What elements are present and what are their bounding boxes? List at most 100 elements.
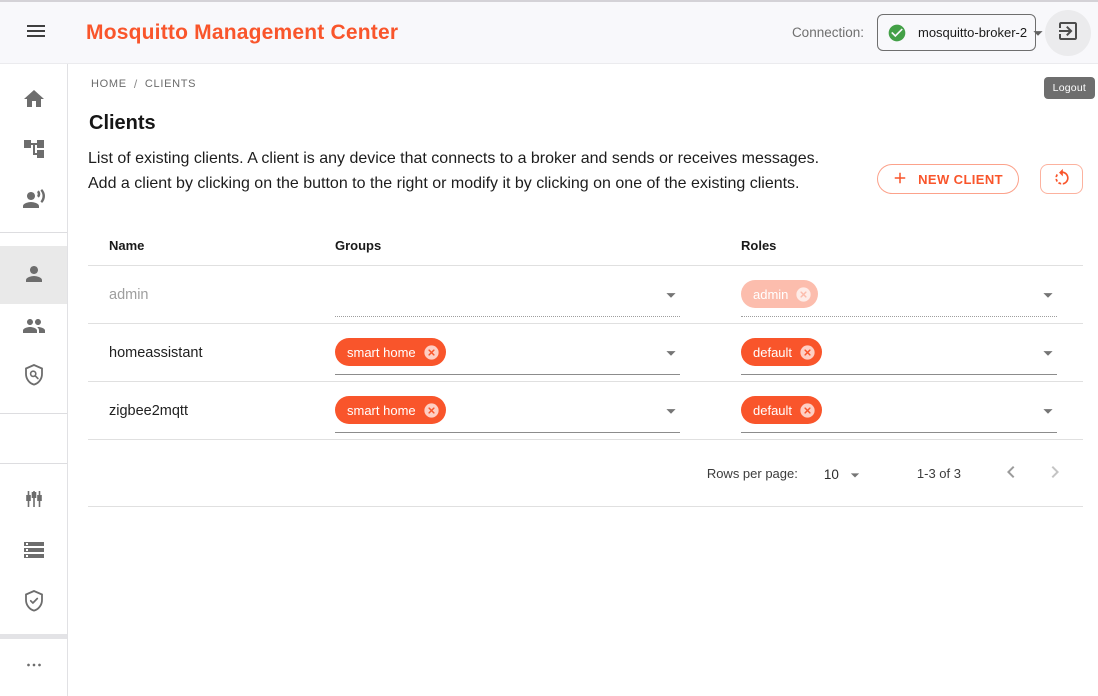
- sidebar-item-client-connections[interactable]: [0, 175, 67, 225]
- sidebar-item-more[interactable]: [0, 641, 67, 691]
- role-chip: default: [741, 396, 822, 424]
- role-chip-label: admin: [753, 287, 788, 302]
- sidebar-item-roles[interactable]: [0, 351, 67, 401]
- group-chip: smart home: [335, 338, 446, 366]
- sidebar-divider: [0, 413, 67, 414]
- people-icon: [22, 314, 46, 341]
- hamburger-menu-button[interactable]: [16, 13, 56, 53]
- table-row[interactable]: zigbee2mqtt smart home: [88, 382, 1083, 440]
- column-header-name: Name: [88, 238, 335, 253]
- column-header-roles: Roles: [741, 238, 1083, 253]
- sidebar: [0, 64, 68, 696]
- role-chip: admin: [741, 280, 818, 308]
- chevron-left-icon: [999, 460, 1023, 487]
- app-root: Mosquitto Management Center Connection: …: [0, 0, 1098, 696]
- chevron-down-icon[interactable]: [660, 400, 682, 422]
- chevron-down-icon[interactable]: [660, 342, 682, 364]
- body-row: HOME / CLIENTS Clients List of existing …: [0, 64, 1098, 696]
- check-circle-icon: [887, 23, 907, 43]
- breadcrumb-home[interactable]: HOME: [91, 78, 127, 90]
- clients-table: Name Groups Roles admin: [88, 225, 1083, 507]
- chip-delete-icon[interactable]: [422, 401, 441, 420]
- chip-delete-icon: [794, 285, 813, 304]
- chevron-down-icon: [1037, 284, 1059, 306]
- tune-sliders-icon: [22, 487, 46, 514]
- role-chip-label: default: [753, 345, 792, 360]
- table-row[interactable]: homeassistant smart home: [88, 324, 1083, 382]
- roles-select: admin: [741, 273, 1057, 317]
- chevron-down-icon[interactable]: [1037, 400, 1059, 422]
- breadcrumb-separator: /: [134, 77, 138, 91]
- connection-value: mosquitto-broker-2: [918, 25, 1027, 40]
- connection-label: Connection:: [792, 25, 864, 40]
- page-title: Clients: [88, 112, 1098, 135]
- sidebar-item-settings[interactable]: [0, 475, 67, 525]
- sidebar-divider: [0, 232, 67, 233]
- chip-delete-icon[interactable]: [798, 343, 817, 362]
- roles-select[interactable]: default: [741, 331, 1057, 375]
- breadcrumb: HOME / CLIENTS: [88, 77, 1098, 91]
- previous-page-button[interactable]: [997, 459, 1025, 487]
- table-pagination: Rows per page: 10 1-3 of 3: [88, 440, 1083, 507]
- table-row[interactable]: admin admin: [88, 266, 1083, 324]
- groups-select[interactable]: smart home: [335, 389, 680, 433]
- sidebar-divider: [0, 634, 67, 639]
- client-name: homeassistant: [88, 345, 335, 361]
- sidebar-item-security[interactable]: [0, 577, 67, 627]
- exit-to-app-icon: [1056, 19, 1080, 46]
- group-chip-label: smart home: [347, 403, 416, 418]
- chip-delete-icon[interactable]: [422, 343, 441, 362]
- groups-select[interactable]: smart home: [335, 331, 680, 375]
- chevron-down-icon: [845, 465, 865, 485]
- chevron-right-icon: [1043, 460, 1067, 487]
- groups-select: [335, 273, 680, 317]
- group-chip: smart home: [335, 396, 446, 424]
- more-horiz-icon: [23, 654, 45, 679]
- app-bar: Mosquitto Management Center Connection: …: [0, 0, 1098, 64]
- page-description: List of existing clients. A client is an…: [88, 146, 833, 196]
- logout-button[interactable]: [1045, 10, 1091, 56]
- sidebar-item-topic-tree[interactable]: [0, 125, 67, 175]
- chip-delete-icon[interactable]: [798, 401, 817, 420]
- logout-tooltip: Logout: [1044, 77, 1095, 99]
- pagination-range: 1-3 of 3: [917, 466, 961, 481]
- record-voice-over-icon: [22, 187, 46, 214]
- chevron-down-icon[interactable]: [1037, 342, 1059, 364]
- shield-check-icon: [22, 589, 46, 616]
- sidebar-item-streams[interactable]: [0, 526, 67, 576]
- role-chip: default: [741, 338, 822, 366]
- home-icon: [22, 87, 46, 114]
- hamburger-menu-icon: [24, 19, 48, 46]
- sidebar-item-groups[interactable]: [0, 302, 67, 352]
- next-page-button[interactable]: [1041, 459, 1069, 487]
- connection-select[interactable]: mosquitto-broker-2: [877, 14, 1036, 51]
- client-name: admin: [88, 287, 335, 303]
- refresh-icon: [1052, 168, 1072, 191]
- rows-per-page-label: Rows per page:: [707, 466, 798, 481]
- new-client-button[interactable]: NEW CLIENT: [877, 164, 1019, 194]
- roles-select[interactable]: default: [741, 389, 1057, 433]
- policy-shield-icon: [22, 363, 46, 390]
- column-header-groups: Groups: [335, 238, 741, 253]
- group-chip-label: smart home: [347, 345, 416, 360]
- sidebar-item-clients[interactable]: [0, 250, 67, 300]
- main-content: HOME / CLIENTS Clients List of existing …: [68, 64, 1098, 696]
- sidebar-item-home[interactable]: [0, 75, 67, 125]
- person-icon: [22, 262, 46, 289]
- plus-icon: [891, 169, 909, 190]
- refresh-button[interactable]: [1040, 164, 1083, 194]
- sidebar-divider: [0, 463, 67, 464]
- client-name: zigbee2mqtt: [88, 403, 335, 419]
- storage-list-icon: [22, 538, 46, 565]
- breadcrumb-clients: CLIENTS: [145, 78, 196, 90]
- app-bar-right: Connection: mosquitto-broker-2: [792, 10, 1091, 56]
- chevron-down-icon: [660, 284, 682, 306]
- app-title: Mosquitto Management Center: [86, 21, 398, 45]
- rows-per-page-value: 10: [824, 467, 839, 482]
- role-chip-label: default: [753, 403, 792, 418]
- account-tree-icon: [22, 137, 46, 164]
- new-client-button-label: NEW CLIENT: [918, 172, 1003, 187]
- table-header: Name Groups Roles: [88, 225, 1083, 266]
- page-actions: NEW CLIENT: [877, 164, 1083, 194]
- rows-per-page-select[interactable]: 10: [824, 465, 865, 482]
